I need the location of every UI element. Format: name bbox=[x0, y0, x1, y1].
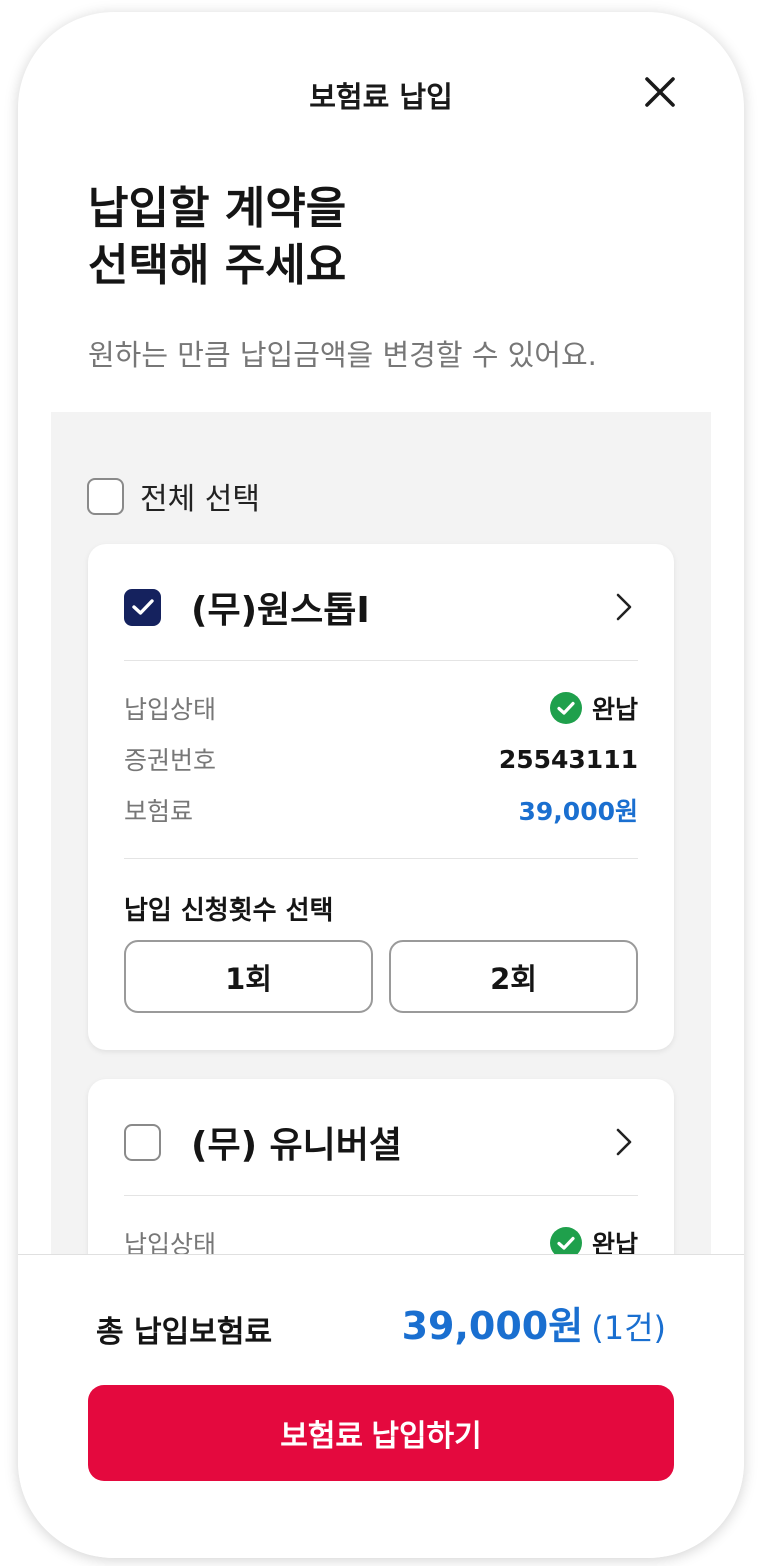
status-row: 납입상태 완납 bbox=[124, 688, 638, 728]
policy-row: 증권번호 25543111 bbox=[124, 739, 638, 779]
contract-checkbox[interactable] bbox=[124, 1123, 161, 1161]
policy-number: 25543111 bbox=[498, 744, 638, 774]
select-all-toggle[interactable]: 전체 선택 bbox=[87, 474, 260, 518]
premium-value: 39,000원 bbox=[518, 797, 638, 826]
contract-card[interactable]: (무)원스톱I 납입상태 완납 증권번호 25543111 보험료 39,000… bbox=[88, 544, 674, 1050]
status-value: 완납 bbox=[549, 1225, 638, 1254]
premium-row: 보험료 39,000원 bbox=[124, 790, 638, 830]
status-value: 완납 bbox=[549, 690, 638, 726]
select-all-label: 전체 선택 bbox=[140, 482, 260, 517]
chevron-right-icon[interactable] bbox=[608, 590, 638, 624]
status-label: 납입상태 bbox=[124, 695, 217, 724]
app-screen: 보험료 납입 납입할 계약을 선택해 주세요 원하는 만큼 납입금액을 변경할 … bbox=[18, 12, 744, 1558]
page-title: 보험료 납입 bbox=[309, 80, 453, 114]
select-all-checkbox[interactable] bbox=[87, 477, 124, 515]
headline-line-2: 선택해 주세요 bbox=[88, 240, 347, 291]
contract-title: (무) 유니버셜 bbox=[191, 1125, 403, 1166]
check-circle-icon bbox=[549, 692, 582, 724]
contract-checkbox[interactable] bbox=[124, 588, 161, 626]
count-section-label: 납입 신청횟수 선택 bbox=[124, 896, 334, 926]
status-text: 완납 bbox=[591, 1230, 638, 1254]
pay-button[interactable]: 보험료 납입하기 bbox=[88, 1385, 674, 1481]
status-label: 납입상태 bbox=[124, 1230, 217, 1254]
premium-label: 보험료 bbox=[124, 797, 194, 826]
count-option-2[interactable]: 2회 bbox=[389, 940, 638, 1013]
contract-list[interactable]: 전체 선택 (무)원스톱I 납입상태 완납 증권번호 25543111 보험료 … bbox=[51, 412, 711, 1254]
divider bbox=[124, 660, 638, 661]
close-button[interactable] bbox=[638, 70, 682, 114]
status-row: 납입상태 완납 bbox=[124, 1223, 638, 1254]
count-option-1[interactable]: 1회 bbox=[124, 940, 373, 1013]
subtitle: 원하는 만큼 납입금액을 변경할 수 있어요. bbox=[88, 338, 597, 372]
total-amount: 39,000원 (1건) bbox=[402, 1295, 666, 1350]
headline: 납입할 계약을 선택해 주세요 bbox=[88, 180, 346, 294]
bottom-bar: 총 납입보험료 39,000원 (1건) 보험료 납입하기 bbox=[18, 1254, 744, 1558]
check-circle-icon bbox=[549, 1227, 582, 1254]
policy-label: 증권번호 bbox=[124, 746, 217, 775]
headline-line-1: 납입할 계약을 bbox=[88, 183, 347, 234]
total-amount-value: 39,000원 bbox=[401, 1304, 584, 1348]
contract-card[interactable]: (무) 유니버셜 납입상태 완납 bbox=[88, 1079, 674, 1254]
total-label: 총 납입보험료 bbox=[96, 1315, 273, 1350]
status-text: 완납 bbox=[591, 695, 638, 724]
contract-card-header[interactable]: (무) 유니버셜 bbox=[124, 1121, 638, 1166]
check-icon bbox=[132, 598, 154, 615]
total-count: (1건) bbox=[591, 1309, 666, 1347]
divider bbox=[124, 1195, 638, 1196]
contract-card-header[interactable]: (무)원스톱I bbox=[124, 586, 638, 631]
header: 보험료 납입 bbox=[18, 12, 744, 162]
contract-title: (무)원스톱I bbox=[191, 590, 370, 631]
close-icon bbox=[645, 77, 675, 107]
chevron-right-icon[interactable] bbox=[608, 1125, 638, 1159]
divider bbox=[124, 858, 638, 859]
